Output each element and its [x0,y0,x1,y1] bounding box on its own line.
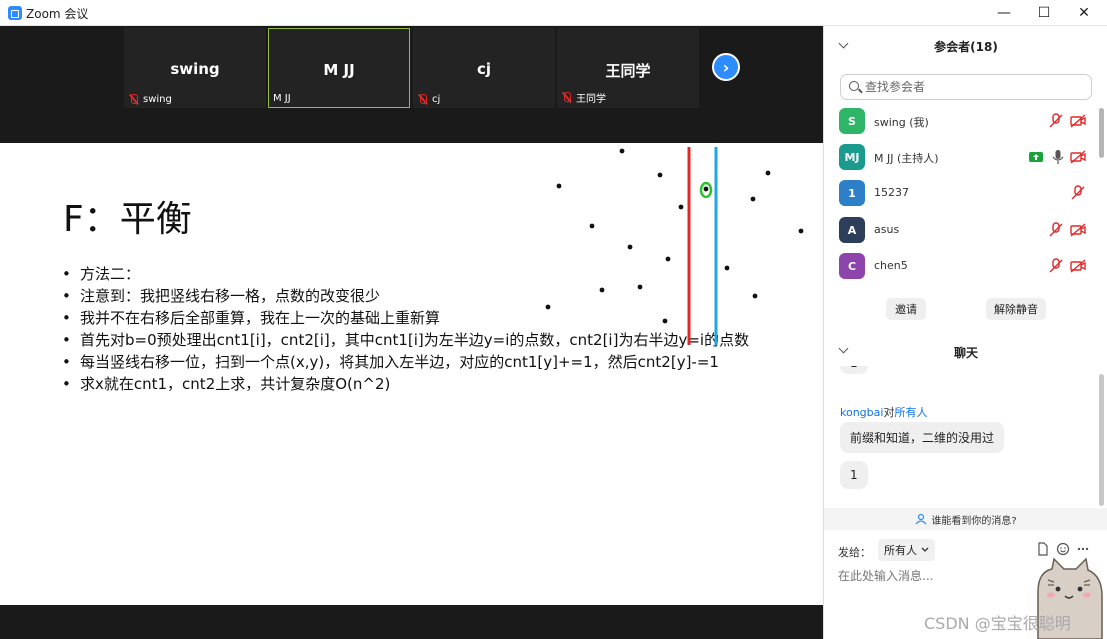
tile-footer-name: M JJ [273,93,291,104]
chat-header: 聊天 [824,338,1107,366]
maximize-button[interactable]: ☐ [1024,0,1064,26]
video-off-icon[interactable] [1070,113,1086,129]
title-bar: Zoom 会议 — ☐ ✕ [0,0,1107,26]
video-tile-wang[interactable]: 王同学 王同学 [557,28,699,108]
tile-footer-name: 王同学 [576,94,606,105]
zoom-logo-icon [8,6,22,20]
sender-name[interactable]: kongbai [840,406,883,419]
slide-title: F：平衡 [63,199,192,240]
video-tile-cj[interactable]: cj cj [413,28,555,108]
muted-mic-icon [128,94,139,105]
tile-footer-name: swing [143,94,172,105]
unmute-all-button[interactable]: 解除静音 [986,298,1046,320]
recipient-name: 所有人 [894,406,928,419]
chat-messages: 1 kongbai对所有人 前缀和知道，二维的没用过 1 [824,366,1107,506]
watermark-text: CSDN @宝宝很聪明 [924,614,1071,633]
participant-name: chen5 [874,259,908,272]
more-icon[interactable] [1076,542,1090,556]
window-title: Zoom 会议 [26,7,89,21]
participant-name: M JJ (主持人) [874,152,939,165]
tile-name: 王同学 [605,62,651,80]
next-page-button[interactable]: › [712,53,740,81]
invite-button[interactable]: 邀请 [886,298,926,320]
participant-search[interactable] [840,74,1092,100]
mic-muted-icon[interactable] [1048,222,1064,238]
chat-scrollbar[interactable] [1099,374,1104,506]
participant-row[interactable]: S swing (我) [824,104,1096,140]
chevron-down-icon [921,547,929,552]
mic-muted-icon[interactable] [1070,185,1086,201]
mic-icon[interactable] [1050,149,1066,165]
chat-bubble: 1 [840,461,868,489]
point-diagram [545,147,804,345]
screen-share-icon [1029,152,1043,162]
recipient-value: 所有人 [884,544,917,557]
bullet-item: 每当竖线右移一位，扫到一个点(x,y)，将其加入左半边，对应的cnt1[y]+=… [62,354,762,372]
participant-row[interactable]: C chen5 [824,249,1096,285]
tile-name: swing [170,60,220,78]
points [545,148,804,324]
tile-name: cj [476,60,492,78]
search-icon [849,81,859,91]
participant-row[interactable]: A asus [824,213,1096,249]
participant-name: asus [874,223,900,236]
file-icon[interactable] [1036,542,1050,556]
video-tile-mjj[interactable]: M JJ M JJ [268,28,410,108]
avatar: S [839,108,865,134]
video-off-icon[interactable] [1070,258,1086,274]
chat-bubble: 1 [840,366,868,374]
bullet-item: 求x就在cnt1，cnt2上求，共计复杂度O(n^2) [62,376,762,394]
chat-bubble: 前缀和知道，二维的没用过 [840,422,1005,453]
chat-input[interactable]: 在此处输入消息... [838,567,933,584]
close-button[interactable]: ✕ [1064,0,1104,26]
video-off-icon[interactable] [1070,222,1086,238]
participants-title: 参会者(18) [934,40,998,54]
shared-slide: F：平衡 方法二： 注意到：我把竖线右移一格，点数的改变很少 我并不在右移后全部… [0,143,823,605]
tile-footer-name: cj [432,94,441,105]
muted-mic-icon [417,94,428,105]
tile-name: M JJ [323,61,355,79]
side-panel: 参会者(18) S swing (我) MJ M JJ (主持人) 1 1523… [823,26,1107,639]
participants-header: 参会者(18) [824,26,1107,66]
participant-row[interactable]: MJ M JJ (主持人) [824,140,1096,176]
recipient-select[interactable]: 所有人 [878,539,935,561]
participant-name: 15237 [874,186,909,199]
chat-sender-line: kongbai对所有人 [840,406,928,419]
avatar: MJ [839,144,865,170]
who-can-see-text: 谁能看到你的消息? [931,515,1017,527]
avatar: A [839,217,865,243]
muted-mic-icon [561,92,572,103]
video-tile-swing[interactable]: swing swing [124,28,266,108]
meeting-area: swing swing M JJ M JJ cj cj 王同学 王同学 › F：… [0,26,823,639]
mic-muted-icon[interactable] [1048,258,1064,274]
mic-muted-icon[interactable] [1048,113,1064,129]
search-input[interactable] [865,78,1085,96]
emoji-icon[interactable] [1056,542,1070,556]
avatar: C [839,253,865,279]
chat-title: 聊天 [953,346,978,360]
minimize-button[interactable]: — [984,0,1024,26]
participant-name: swing (我) [874,116,929,129]
participant-row[interactable]: 1 15237 [824,176,1096,212]
participants-scrollbar[interactable] [1099,108,1104,158]
avatar: 1 [839,180,865,206]
who-can-see-row[interactable]: 谁能看到你的消息? [824,508,1107,530]
send-to-label: 发给： [838,546,871,559]
person-icon [915,513,927,525]
video-off-icon[interactable] [1070,149,1086,165]
